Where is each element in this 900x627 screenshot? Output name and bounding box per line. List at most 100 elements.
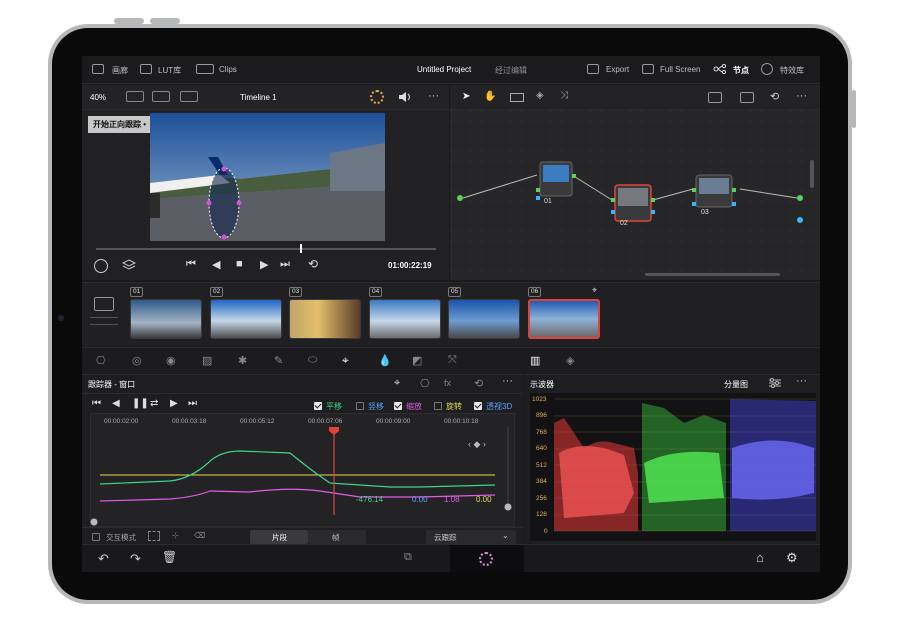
export-button[interactable]: Export <box>606 65 629 74</box>
info-icon[interactable]: ◈ <box>566 354 574 367</box>
layer-node-icon[interactable]: ◈ <box>536 90 544 101</box>
hdr-icon[interactable]: ◉ <box>166 354 176 367</box>
tilt-value: 0.00 <box>412 495 428 504</box>
viewer-more-icon[interactable]: ··· <box>428 90 439 102</box>
tracker-more-icon[interactable]: ··· <box>502 375 513 387</box>
stop-icon[interactable]: ■ <box>236 258 243 270</box>
tilt-label: 竖移 <box>368 402 384 411</box>
lut-tab[interactable]: LUT库 <box>158 65 181 76</box>
add-point-icon[interactable]: ⊹ <box>172 531 179 540</box>
node-more-icon[interactable]: ··· <box>796 90 807 102</box>
play-reverse-icon[interactable]: ◀ <box>212 258 220 271</box>
scopes-icon[interactable]: ▥ <box>530 354 540 367</box>
nodes-button[interactable]: 节点 <box>733 65 749 76</box>
color-match-icon[interactable]: ◎ <box>132 354 142 367</box>
scrub-bar[interactable] <box>96 248 436 250</box>
feature-points-icon[interactable] <box>148 531 160 541</box>
speaker-icon[interactable] <box>398 91 412 103</box>
single-viewer-icon[interactable] <box>126 91 144 102</box>
go-to-end-icon[interactable]: ⏭ <box>280 258 290 271</box>
layers-icon[interactable] <box>122 259 136 271</box>
blur-icon[interactable]: 💧 <box>378 354 392 367</box>
fx-library-button[interactable]: 特效库 <box>780 65 804 76</box>
scale-896: 896 <box>536 412 547 419</box>
camera-raw-icon[interactable]: ⎔ <box>96 354 106 367</box>
pointer-icon[interactable]: ➤ <box>462 91 470 102</box>
loop-icon[interactable]: ⟲ <box>308 257 318 271</box>
edit-page-icon[interactable]: ⧉ <box>404 551 412 564</box>
tracker-icon[interactable]: ⌖ <box>342 353 349 368</box>
track-reverse-icon[interactable]: ◀ <box>112 398 120 409</box>
history-icon[interactable]: ⟲ <box>770 90 779 103</box>
clips-tab[interactable]: Clips <box>219 65 237 74</box>
tilt-checkbox[interactable] <box>356 402 364 410</box>
curves-icon[interactable]: ▨ <box>202 354 212 367</box>
pan-checkbox[interactable] <box>314 402 322 410</box>
sizing-icon[interactable]: ⤧ <box>448 354 457 367</box>
clip-thumbnail-4[interactable] <box>369 299 441 339</box>
track-both-icon[interactable]: ⇄ <box>150 398 158 409</box>
scope-settings-icon[interactable] <box>768 377 782 389</box>
node-grid-icon[interactable] <box>740 92 754 103</box>
compare-viewer-icon[interactable] <box>180 91 198 102</box>
tracker-panel: 跟踪器 - 窗口 ⌖ ⎔ fx ⟲ ··· ⏮ ◀ ❚❚ ⇄ ▶ ⏭ 平移 竖移… <box>82 374 523 544</box>
zoom-select[interactable]: 40% <box>90 93 106 102</box>
window-icon[interactable]: ⬭ <box>308 354 317 367</box>
interactive-mode-checkbox[interactable] <box>92 533 100 541</box>
pan-value: -476.14 <box>356 495 384 504</box>
scope-mode-select[interactable]: 分量图 <box>724 379 748 390</box>
viewer-frame[interactable] <box>150 113 385 241</box>
clip-filter-icon[interactable] <box>90 317 118 325</box>
hand-icon[interactable]: ✋ <box>484 91 496 102</box>
zoom-checkbox[interactable] <box>394 402 402 410</box>
clip-thumbnail-5[interactable] <box>448 299 520 339</box>
go-to-start-icon[interactable]: ⏮ <box>186 258 196 271</box>
tracker-cloud-icon[interactable]: ⎔ <box>420 377 430 390</box>
video-frame-image <box>150 113 385 241</box>
node-graph[interactable] <box>450 110 820 280</box>
power-button <box>852 90 856 128</box>
mixer-icon[interactable]: ⤨ <box>560 90 568 101</box>
clip-thumbnail-6[interactable] <box>528 299 600 339</box>
warper-icon[interactable]: ✱ <box>238 354 247 367</box>
home-icon[interactable]: ⌂ <box>756 550 764 565</box>
gallery-tab[interactable]: 画廊 <box>112 65 128 76</box>
track-pause-icon[interactable]: ❚❚ <box>132 398 149 409</box>
rotate-checkbox[interactable] <box>434 402 442 410</box>
color-wheel-icon[interactable] <box>370 90 384 104</box>
clip-number-2: 02 <box>210 287 224 297</box>
node-view-icon[interactable] <box>708 92 722 103</box>
undo-icon[interactable]: ↶ <box>98 551 109 567</box>
redo-icon[interactable]: ↷ <box>130 551 141 567</box>
track-forward-icon[interactable]: ▶ <box>170 398 178 409</box>
parade-scope: 1023 896 768 640 512 384 256 128 0 <box>530 393 816 541</box>
track-to-end-icon[interactable]: ⏭ <box>188 398 197 409</box>
timecode-display: 01:00:22:19 <box>388 261 432 270</box>
key-icon[interactable]: ◩ <box>412 354 422 367</box>
clip-thumbnail-3[interactable] <box>289 299 361 339</box>
tracker-fx-icon[interactable]: fx <box>444 378 451 388</box>
clip-number-5: 05 <box>448 287 462 297</box>
fullscreen-button[interactable]: Full Screen <box>660 65 700 74</box>
perspective-checkbox[interactable] <box>474 402 482 410</box>
clip-target-icon[interactable]: ⌖ <box>592 285 597 296</box>
keyframe-nav-icon[interactable]: ‹ ◆ › <box>468 439 486 450</box>
split-viewer-icon[interactable] <box>152 91 170 102</box>
tracker-target-icon[interactable]: ⌖ <box>394 377 400 390</box>
play-icon[interactable]: ▶ <box>260 258 268 271</box>
qualifier-icon[interactable]: ✎ <box>274 354 283 367</box>
delete-point-icon[interactable]: ⌫ <box>194 531 205 540</box>
timeline-select[interactable]: Timeline 1 <box>240 93 277 102</box>
add-node-icon[interactable] <box>510 93 524 102</box>
zoom-value: 1.08 <box>444 495 460 504</box>
trash-icon[interactable]: 🗑 <box>162 550 177 564</box>
clip-thumbnail-1[interactable] <box>130 299 202 339</box>
clip-thumbnail-2[interactable] <box>210 299 282 339</box>
node-label-01: 01 <box>544 198 552 205</box>
settings-gear-icon[interactable]: ⚙ <box>786 550 798 566</box>
scope-more-icon[interactable]: ··· <box>796 375 807 387</box>
target-icon[interactable] <box>94 259 108 273</box>
track-to-start-icon[interactable]: ⏮ <box>92 398 101 409</box>
tracker-reset-icon[interactable]: ⟲ <box>474 377 483 390</box>
clips-view-icon[interactable] <box>94 297 114 311</box>
